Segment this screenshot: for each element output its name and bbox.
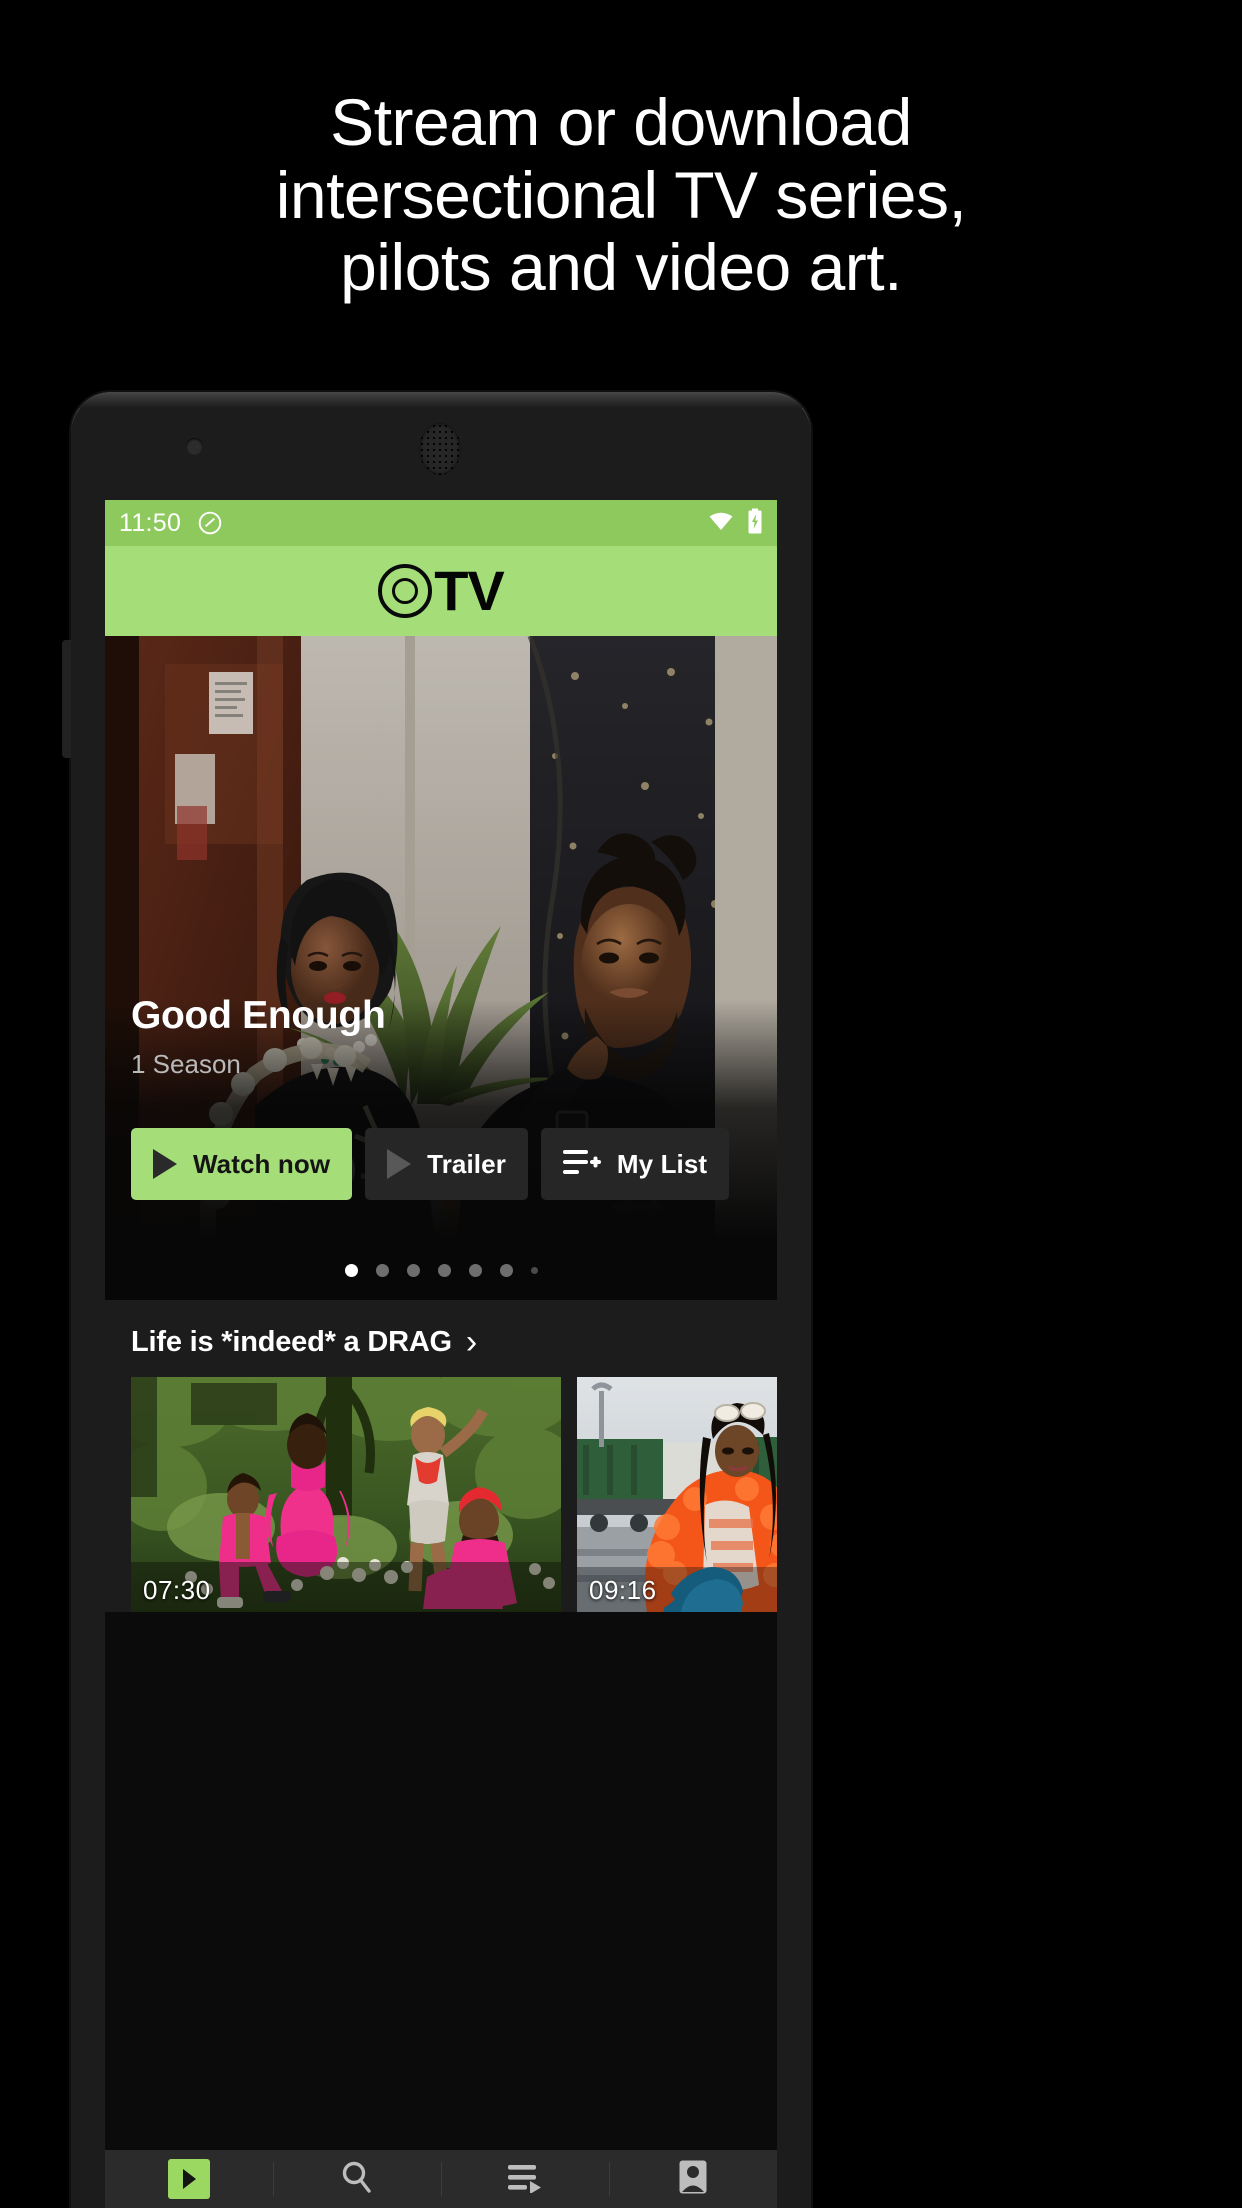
search-icon	[339, 2159, 375, 2200]
status-bar-icons	[707, 508, 763, 539]
app-logo: TV	[378, 559, 505, 622]
headline-line-2: intersectional TV series,	[275, 157, 967, 232]
battery-charging-icon	[747, 508, 763, 539]
hero-title: Good Enough	[131, 994, 386, 1037]
nav-item-home[interactable]	[105, 2150, 273, 2208]
play-icon	[168, 2159, 210, 2199]
item-duration: 09:16	[589, 1575, 657, 1605]
list-item[interactable]: 07:30	[131, 1377, 561, 1612]
watch-now-button[interactable]: Watch now	[131, 1128, 353, 1200]
chevron-right-icon[interactable]: ›	[466, 1325, 477, 1359]
playlist-add-icon	[562, 1147, 601, 1182]
headline-line-1: Stream or download	[330, 85, 912, 159]
nav-item-my-list[interactable]	[441, 2150, 609, 2208]
play-icon	[387, 1149, 412, 1179]
phone-bezel-highlight	[71, 392, 811, 408]
content-row-section: Life is *indeed* a DRAG › 07:30 09:16	[105, 1300, 777, 1612]
headline-line-3: pilots and video art.	[340, 230, 902, 305]
row-header[interactable]: Life is *indeed* a DRAG ›	[105, 1325, 777, 1377]
phone-screen: 11:50 TV Good Enough 1 Season Watch now …	[105, 500, 777, 2208]
queue-icon	[506, 2161, 544, 2198]
carousel-pagination[interactable]	[105, 1240, 777, 1300]
trailer-label: Trailer	[427, 1148, 506, 1179]
volume-button	[62, 640, 71, 758]
play-icon	[153, 1149, 177, 1179]
my-list-label: My List	[616, 1148, 708, 1179]
app-logo-text: TV	[434, 559, 505, 622]
item-duration: 07:30	[143, 1575, 211, 1605]
hero-banner[interactable]: Good Enough 1 Season Watch now Trailer M…	[105, 636, 777, 1240]
status-bar-time: 11:50	[119, 508, 182, 537]
screenshot-root: Stream or download intersectional TV ser…	[0, 0, 1242, 2208]
promo-headline: Stream or download intersectional TV ser…	[0, 86, 1242, 304]
concentric-circles-icon	[378, 564, 433, 618]
bottom-navigation	[105, 2150, 777, 2208]
carousel-dot[interactable]	[499, 1263, 513, 1277]
trailer-button[interactable]: Trailer	[365, 1128, 528, 1200]
carousel-dot[interactable]	[437, 1263, 451, 1277]
nav-item-search[interactable]	[273, 2150, 441, 2208]
hero-action-buttons: Watch now Trailer My List	[131, 1128, 730, 1200]
wifi-icon	[707, 510, 735, 537]
carousel-dot[interactable]	[375, 1263, 389, 1277]
camera-icon	[186, 438, 203, 455]
carousel-dot[interactable]	[468, 1263, 482, 1277]
list-item[interactable]: 09:16	[577, 1377, 777, 1612]
carousel-dot[interactable]	[406, 1263, 420, 1277]
my-list-button[interactable]: My List	[540, 1128, 730, 1200]
carousel-dot[interactable]	[344, 1263, 358, 1277]
row-title: Life is *indeed* a DRAG	[131, 1326, 452, 1358]
status-bar: 11:50	[105, 500, 777, 546]
hero-subtitle: 1 Season	[131, 1049, 241, 1079]
app-header: TV	[105, 546, 777, 636]
logo-inner-ring	[392, 578, 419, 604]
content-rail[interactable]: 07:30 09:16	[105, 1377, 777, 1612]
nav-item-profile[interactable]	[609, 2150, 777, 2208]
no-screenshot-icon	[197, 510, 223, 536]
carousel-dot[interactable]	[530, 1266, 538, 1274]
watch-now-label: Watch now	[193, 1148, 331, 1179]
speaker-grille-icon	[419, 423, 461, 475]
hero-metadata: Good Enough 1 Season	[131, 994, 386, 1080]
profile-icon	[678, 2159, 708, 2200]
